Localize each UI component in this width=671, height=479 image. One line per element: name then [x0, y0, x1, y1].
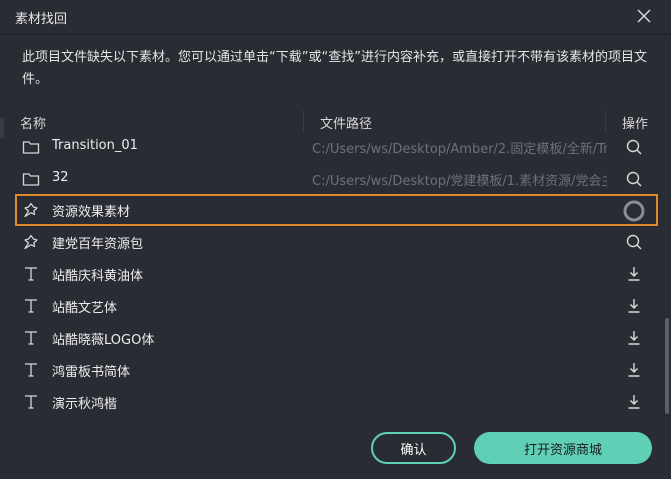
table-row-selected[interactable]: 资源效果素材 — [15, 194, 658, 226]
table-row[interactable]: 站酷文艺体 — [0, 290, 660, 322]
table-row[interactable]: 32 C:/Users/ws/Desktop/党建模板/1.素材资源/党会主 — [0, 163, 660, 195]
folder-icon — [22, 171, 40, 187]
asset-path: C:/Users/ws/Desktop/党建模板/1.素材资源/党会主 — [312, 174, 607, 189]
table-row[interactable]: 站酷晓薇LOGO体 — [0, 322, 660, 354]
download-icon[interactable] — [625, 329, 643, 347]
download-icon[interactable] — [625, 361, 643, 379]
table-row[interactable]: 鸿雷板书简体 — [0, 354, 660, 386]
asset-name: 资源效果素材 — [52, 205, 131, 220]
dialog-title: 素材找回 — [15, 12, 68, 27]
effect-pin-icon — [22, 202, 40, 218]
table-header: 名称 文件路径 操作 — [0, 110, 660, 132]
asset-name: 鸿雷板书简体 — [52, 365, 131, 380]
asset-name: Transition_01 — [52, 138, 138, 153]
table-row[interactable]: 站酷庆科黄油体 — [0, 258, 660, 290]
asset-name: 站酷晓薇LOGO体 — [52, 333, 155, 348]
confirm-button[interactable]: 确认 — [371, 432, 456, 464]
font-icon — [22, 394, 40, 410]
open-store-button[interactable]: 打开资源商城 — [474, 432, 652, 464]
font-icon — [22, 266, 40, 282]
asset-name: 演示秋鸿楷 — [52, 397, 118, 412]
search-icon[interactable] — [625, 233, 643, 251]
font-icon — [22, 298, 40, 314]
asset-name: 建党百年资源包 — [52, 237, 144, 252]
font-icon — [22, 330, 40, 346]
column-header-path: 文件路径 — [320, 117, 373, 132]
table-row[interactable]: 建党百年资源包 — [0, 226, 660, 258]
column-header-name: 名称 — [20, 117, 47, 132]
scrollbar-thumb[interactable] — [665, 318, 669, 414]
effect-pin-icon — [22, 234, 40, 250]
table-row[interactable]: 演示秋鸿楷 — [0, 386, 660, 418]
asset-name: 站酷文艺体 — [52, 301, 118, 316]
column-header-op: 操作 — [622, 117, 649, 132]
download-icon[interactable] — [625, 297, 643, 315]
download-icon[interactable] — [625, 393, 643, 411]
loading-icon — [623, 200, 645, 222]
dialog-description: 此项目文件缺失以下素材。您可以通过单击“下载”或“查找”进行内容补充，或直接打开… — [22, 50, 647, 87]
search-icon[interactable] — [625, 170, 643, 188]
download-icon[interactable] — [625, 265, 643, 283]
close-icon[interactable] — [635, 7, 653, 25]
font-icon — [22, 362, 40, 378]
asset-path: C:/Users/ws/Desktop/Amber/2.固定模板/全新/Tra — [312, 142, 607, 157]
column-separator — [605, 110, 606, 132]
title-divider — [0, 34, 671, 35]
table-row[interactable]: Transition_01 C:/Users/ws/Desktop/Amber/… — [0, 131, 660, 163]
folder-icon — [22, 139, 40, 155]
column-separator — [303, 110, 304, 132]
search-icon[interactable] — [625, 138, 643, 156]
asset-name: 站酷庆科黄油体 — [52, 269, 144, 284]
dialog-titlebar: 素材找回 — [0, 0, 671, 34]
asset-name: 32 — [52, 170, 69, 185]
